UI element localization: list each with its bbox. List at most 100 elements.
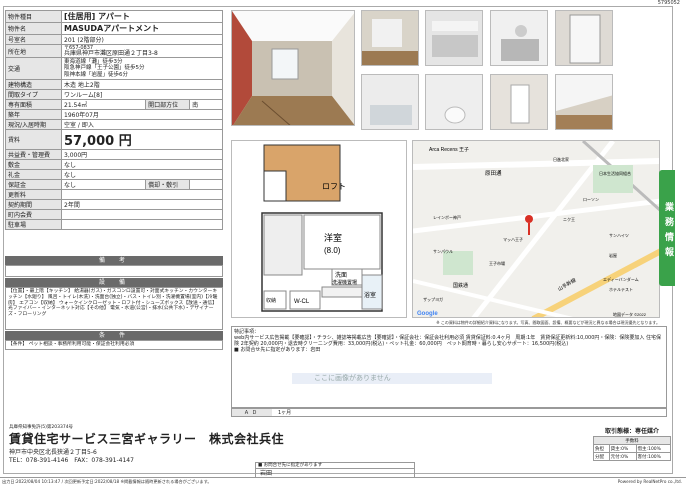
name-label: 物件名: [5, 22, 62, 35]
map-label: ザップヨガ: [423, 296, 443, 302]
room-value: 201 (2階部分): [61, 34, 223, 45]
commission-cell: 貸主:0%: [608, 444, 637, 453]
status-value: 空室 / 即入: [61, 119, 223, 130]
commission-cell: 客付:100%: [635, 452, 672, 461]
conditions-text: 【条件】 ペット相談・事務所利用可能・保証会社利用必須: [5, 340, 223, 350]
image-placeholder: ここに画像がありません: [292, 373, 492, 384]
map-label: 日本生活協同組合: [599, 170, 631, 176]
map-label: 岩屋: [609, 252, 617, 258]
traffic-label: 交通: [5, 57, 62, 80]
map-label: 原田通: [485, 169, 502, 177]
commission-cell: 分配: [593, 452, 610, 461]
rent-label: 賃料: [5, 129, 62, 150]
traffic-value: 東海道線「灘」徒歩3分 阪急神戸線「王子公園」徒歩5分 阪神本線「岩屋」徒歩6分: [61, 57, 223, 80]
floor-plan[interactable]: ロフト 洋室 (8.0) 洗面 洗濯機置場 浴室 W-CL 収納: [231, 140, 407, 318]
map-pin-icon: [525, 215, 533, 223]
remark-line: web内サービス広告掲載【要確認】・チラシ、雑誌等掲載広告【要確認】・保証会社：…: [234, 335, 662, 347]
deposit-value: なし: [61, 159, 223, 170]
layout-value: ワンルーム[8]: [61, 89, 223, 100]
address-label: 所在地: [5, 44, 62, 58]
company-phone: TEL：078-391-4146 FAX：078-391-4147: [9, 457, 134, 464]
association-fee-value: [61, 209, 223, 220]
map-label: マッハ王子: [503, 236, 523, 242]
ad-label: ＡＤ: [232, 409, 272, 416]
contact-box: ■ お問合せ先に指定があります 岩田: [255, 462, 415, 478]
deposit-label: 敷金: [5, 159, 62, 170]
opening-label: 開口部方位: [145, 99, 191, 110]
plan-storage-label: 収納: [266, 297, 276, 304]
photo-toilet[interactable]: [425, 74, 483, 130]
photo-washroom[interactable]: [490, 74, 548, 130]
traffic-line: 阪神本線「岩屋」徒歩6分: [64, 71, 129, 78]
rent-value: 57,000 円: [61, 129, 223, 150]
photo-room[interactable]: [361, 10, 419, 66]
map-label: エディーバンダーム: [603, 276, 639, 282]
photo-bath[interactable]: [361, 74, 419, 130]
map-copyright: 地図データ ©2022: [613, 311, 647, 317]
fee-label: 共益費・管理費: [5, 149, 62, 160]
plan-wcl-label: W-CL: [294, 299, 310, 305]
built-value: 1960年07月: [61, 109, 223, 120]
renewal-value: [61, 189, 223, 200]
address-text: 兵庫県神戸市灘区原田通２丁目3-8: [64, 50, 158, 57]
equipment-section-title: 設 備: [5, 278, 223, 287]
photo-sink[interactable]: [490, 10, 548, 66]
conditions-section-title: 条 件: [5, 331, 223, 340]
parking-label: 駐車場: [5, 219, 62, 230]
location-map[interactable]: Arca Recens 王子 原田通 日進北家 日本生活協同組合 レインボー神戸…: [412, 140, 660, 318]
map-label: ホテルテスト: [609, 286, 633, 292]
business-info-tab[interactable]: 業務情報: [659, 170, 675, 286]
ad-row: ＡＤ 1ヶ月: [231, 408, 667, 417]
area-label: 専有面積: [5, 99, 62, 110]
commission-cell: 元付:0%: [608, 452, 637, 461]
address-value: 〒657-0837 兵庫県神戸市灘区原田通２丁目3-8: [61, 44, 223, 58]
output-date: 出力日:2022/08/04 10:13:47 / 次回更新予定日:2022/0…: [2, 479, 212, 484]
room-label: 号室名: [5, 34, 62, 45]
deal-terms: 取引態様：専任媒介 手数料 負担 貸主:0% 借主:100% 分配 元付:0% 客付:1…: [593, 426, 672, 461]
map-label: サンハイツ: [609, 233, 629, 238]
plan-room-size: (8.0): [324, 246, 341, 255]
map-label: ニク王: [563, 216, 575, 222]
remark-line: ■ お問合せ先に指定があります：岩田: [234, 347, 321, 353]
photo-interior-main[interactable]: [231, 10, 355, 126]
commission-header: 手数料: [593, 436, 671, 445]
type-label: 物件種目: [5, 10, 62, 23]
remarks-section-title: 備 考: [5, 256, 223, 265]
plan-loft-label: ロフト: [322, 182, 346, 191]
powered-by: Powered by RealNetPro co.,ltd.: [617, 479, 682, 484]
map-label: ローソン: [583, 197, 599, 202]
output-info-bar: 出力日:2022/08/04 10:13:47 / 次回更新予定日:2022/0…: [0, 477, 686, 486]
key-money-label: 礼金: [5, 169, 62, 180]
remarks-section-body: [5, 265, 223, 277]
ad-value: 1ヶ月: [278, 410, 292, 416]
photo-entrance[interactable]: [555, 10, 613, 66]
map-label: 王子市場: [489, 260, 505, 266]
map-label: レインボー神戸: [433, 214, 461, 220]
fee-value: 3,000円: [61, 149, 223, 160]
term-label: 契約期間: [5, 199, 62, 210]
photo-kitchen[interactable]: [425, 10, 483, 66]
map-label: 国鉄通: [453, 282, 468, 289]
photo-loft[interactable]: [555, 74, 613, 130]
map-label: 日進北家: [553, 156, 569, 162]
guarantee-label: 保証金: [5, 179, 62, 190]
amortize-label: 償却・敷引: [145, 179, 191, 190]
commission-table: 手数料 負担 貸主:0% 借主:100% 分配 元付:0% 客付:100%: [593, 436, 672, 461]
area-value: 21.54㎡: [60, 99, 147, 110]
plan-laundry-label: 洗濯機置場: [332, 279, 357, 286]
commission-cell: 負担: [593, 444, 610, 453]
guarantee-value: なし: [60, 179, 147, 190]
status-label: 現況/入居時期: [5, 119, 62, 130]
term-value: 2年間: [61, 199, 223, 210]
plan-room-label: 洋室: [324, 232, 342, 243]
built-label: 築年: [5, 109, 62, 120]
amortize-value: [189, 179, 223, 190]
map-brand-logo: Google: [417, 311, 438, 317]
commission-cell: 借主:100%: [635, 444, 672, 453]
property-info-table: 物件種目 [住居用] アパート 物件名 MASUDAアパートメント 号室名 201 (…: [5, 10, 223, 230]
renewal-label: 更新料: [5, 189, 62, 200]
name-value: MASUDAアパートメント: [61, 22, 223, 35]
plan-wash-label: 洗面: [335, 271, 347, 279]
parking-value: [61, 219, 223, 230]
key-money-value: なし: [61, 169, 223, 180]
